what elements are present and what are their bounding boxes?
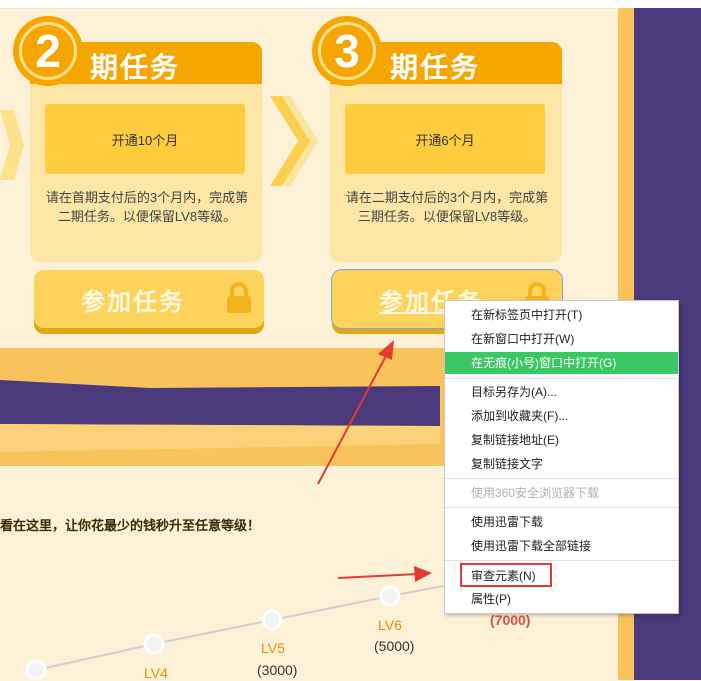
menu-item-add-favorites[interactable]: 添加到收藏夹(F)...	[445, 405, 678, 427]
menu-separator	[445, 507, 678, 508]
menu-item-save-target-as[interactable]: 目标另存为(A)...	[445, 381, 678, 403]
menu-item-copy-link-address[interactable]: 复制链接地址(E)	[445, 429, 678, 451]
menu-separator	[445, 478, 678, 479]
menu-item-360-download: 使用360安全浏览器下载	[471, 486, 600, 500]
annotation-highlight-box	[460, 563, 552, 587]
menu-separator	[445, 560, 678, 561]
menu-item-copy-link-text[interactable]: 复制链接文字	[445, 453, 678, 475]
menu-item-properties[interactable]: 属性(P)	[445, 588, 678, 610]
menu-item-open-new-window[interactable]: 在新窗口中打开(W)	[445, 328, 678, 350]
menu-item-thunder-download-all[interactable]: 使用迅雷下载全部链接	[445, 535, 678, 557]
menu-item-thunder-download[interactable]: 使用迅雷下载	[445, 511, 678, 533]
menu-item-open-incognito[interactable]: 在无痕(小号)窗口中打开(G)	[445, 352, 678, 374]
menu-item-open-new-tab[interactable]: 在新标签页中打开(T)	[445, 304, 678, 326]
menu-separator	[445, 378, 678, 379]
